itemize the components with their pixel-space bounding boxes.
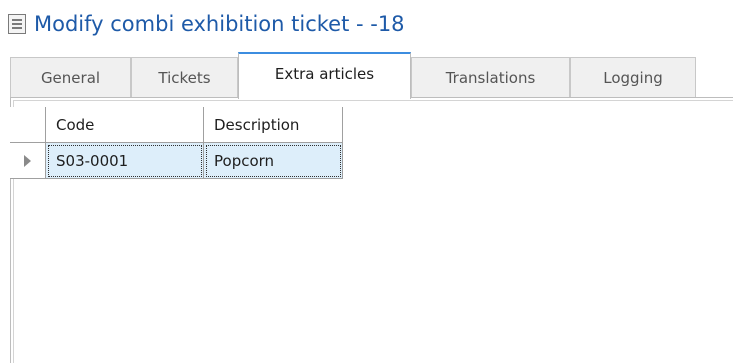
tab-tickets-label: Tickets [158, 69, 211, 87]
page-title: Modify combi exhibition ticket - -18 [34, 12, 405, 36]
tab-logging-label: Logging [603, 69, 663, 87]
cell-description[interactable]: Popcorn [204, 143, 343, 179]
tab-logging[interactable]: Logging [570, 57, 696, 98]
document-icon [8, 14, 26, 34]
tab-extra-articles-label: Extra articles [274, 64, 375, 83]
table-row[interactable]: S03-0001 Popcorn [10, 143, 343, 179]
title-bar: Modify combi exhibition ticket - -18 [8, 6, 405, 42]
cell-code[interactable]: S03-0001 [46, 143, 204, 179]
column-header-code[interactable]: Code [46, 107, 204, 143]
tab-general[interactable]: General [10, 57, 131, 98]
row-indicator[interactable] [10, 143, 46, 179]
column-header-description[interactable]: Description [204, 107, 343, 143]
grid-header: Code Description [10, 107, 343, 143]
tab-strip: General Tickets Extra articles Translati… [10, 52, 733, 99]
tab-extra-articles[interactable]: Extra articles [238, 52, 411, 99]
tab-general-label: General [40, 69, 101, 87]
row-indicator-header [10, 107, 46, 143]
tab-translations[interactable]: Translations [411, 57, 570, 98]
extra-articles-grid[interactable]: Code Description S03-0001 Popcorn [10, 107, 343, 179]
tab-tickets[interactable]: Tickets [131, 57, 238, 98]
tab-translations-label: Translations [445, 69, 536, 87]
modify-ticket-window: Modify combi exhibition ticket - -18 Gen… [0, 0, 733, 363]
row-pointer-icon [24, 154, 31, 167]
